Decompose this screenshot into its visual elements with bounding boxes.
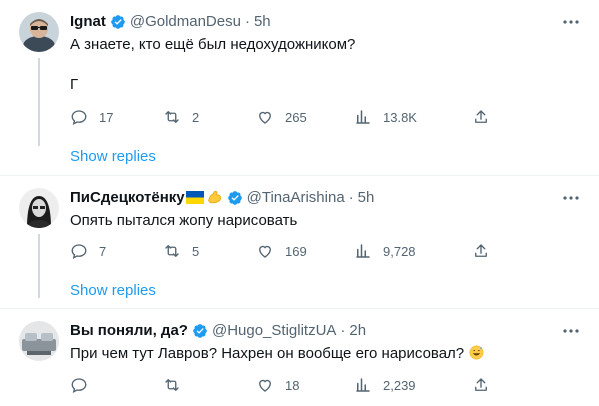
like-count: 18 bbox=[285, 377, 300, 393]
timestamp[interactable]: 5h bbox=[358, 189, 375, 206]
reply-icon bbox=[71, 244, 87, 260]
reply-count: 7 bbox=[99, 243, 107, 259]
analytics-icon bbox=[356, 378, 370, 392]
reply-icon bbox=[71, 378, 87, 394]
author-name[interactable]: Вы поняли, да? bbox=[70, 322, 188, 339]
tweet-2[interactable]: ПиСдецкотёнку @TinaArishina · 5h Опять п… bbox=[0, 176, 599, 308]
like-button[interactable]: 18 bbox=[256, 376, 299, 394]
retweet-button[interactable] bbox=[163, 376, 192, 394]
separator-dot: · bbox=[340, 322, 346, 339]
tweet-actions: 17 2 265 13.8K bbox=[70, 108, 490, 128]
view-count: 13.8K bbox=[383, 109, 417, 125]
reply-icon bbox=[71, 110, 87, 126]
views-button[interactable]: 9,728 bbox=[354, 242, 416, 260]
author-handle[interactable]: @Hugo_StiglitzUA bbox=[212, 322, 336, 339]
share-button[interactable] bbox=[472, 242, 501, 260]
show-replies-link[interactable]: Show replies bbox=[70, 282, 156, 299]
share-button[interactable] bbox=[472, 376, 501, 394]
more-options-icon[interactable] bbox=[561, 188, 581, 208]
tweet-actions: 18 2,239 bbox=[70, 376, 490, 396]
retweet-count: 5 bbox=[192, 243, 200, 259]
share-button[interactable] bbox=[472, 108, 501, 126]
like-button[interactable]: 169 bbox=[256, 242, 307, 260]
reply-button[interactable]: 17 bbox=[70, 108, 113, 126]
share-icon bbox=[475, 244, 487, 257]
author-handle[interactable]: @GoldmanDesu bbox=[130, 13, 241, 30]
tweet-text-line: Г bbox=[70, 76, 79, 93]
reply-count: 17 bbox=[99, 109, 114, 125]
heart-icon bbox=[259, 111, 271, 124]
flexed-biceps-icon bbox=[206, 189, 223, 206]
thread-line bbox=[38, 58, 40, 146]
share-icon bbox=[475, 110, 487, 123]
author-name[interactable]: ПиСдецкотёнку bbox=[70, 189, 185, 206]
thread-line bbox=[38, 234, 40, 298]
avatar[interactable] bbox=[19, 188, 59, 228]
avatar[interactable] bbox=[19, 321, 59, 361]
tweet-3[interactable]: Вы поняли, да? @Hugo_StiglitzUA · 2h При… bbox=[0, 309, 599, 406]
heart-icon bbox=[259, 379, 271, 392]
tweet-1[interactable]: Ignat @GoldmanDesu · 5h А знаете, кто ещ… bbox=[0, 0, 599, 175]
tweet-actions: 7 5 169 9,728 bbox=[70, 242, 490, 262]
retweet-button[interactable]: 5 bbox=[163, 242, 199, 260]
verified-badge-icon bbox=[110, 14, 126, 30]
retweet-icon bbox=[165, 245, 179, 257]
verified-badge-icon bbox=[192, 323, 208, 339]
like-button[interactable]: 265 bbox=[256, 108, 307, 126]
views-button[interactable]: 13.8K bbox=[354, 108, 417, 126]
tweet-header: ПиСдецкотёнку @TinaArishina · 5h bbox=[70, 189, 374, 206]
timestamp[interactable]: 2h bbox=[349, 322, 366, 339]
separator-dot: · bbox=[244, 13, 250, 30]
views-button[interactable]: 2,239 bbox=[354, 376, 416, 394]
verified-badge-icon bbox=[227, 190, 243, 206]
separator-dot: · bbox=[348, 189, 354, 206]
ukraine-flag-icon bbox=[185, 191, 204, 204]
author-handle[interactable]: @TinaArishina bbox=[247, 189, 345, 206]
more-options-icon[interactable] bbox=[561, 12, 581, 32]
author-name[interactable]: Ignat bbox=[70, 13, 106, 30]
grinning-sweat-icon bbox=[469, 345, 484, 360]
tweet-header: Вы поняли, да? @Hugo_StiglitzUA · 2h bbox=[70, 322, 366, 339]
show-replies-link[interactable]: Show replies bbox=[70, 148, 156, 165]
tweet-text-line: При чем тут Лавров? Нахрен он вообще его… bbox=[70, 345, 465, 362]
analytics-icon bbox=[356, 244, 370, 258]
timestamp[interactable]: 5h bbox=[254, 13, 271, 30]
avatar[interactable] bbox=[19, 12, 59, 52]
tweet-text-line: А знаете, кто ещё был недохудожником? bbox=[70, 36, 356, 53]
analytics-icon bbox=[356, 110, 370, 124]
retweet-button[interactable]: 2 bbox=[163, 108, 199, 126]
tweet-header: Ignat @GoldmanDesu · 5h bbox=[70, 13, 271, 30]
share-icon bbox=[475, 378, 487, 391]
view-count: 9,728 bbox=[383, 243, 416, 259]
reply-button[interactable]: 7 bbox=[70, 242, 106, 260]
view-count: 2,239 bbox=[383, 377, 416, 393]
like-count: 265 bbox=[285, 109, 307, 125]
retweet-icon bbox=[165, 379, 179, 391]
retweet-icon bbox=[165, 111, 179, 123]
tweet-text: При чем тут Лавров? Нахрен он вообще его… bbox=[70, 344, 484, 364]
heart-icon bbox=[259, 245, 271, 258]
like-count: 169 bbox=[285, 243, 307, 259]
tweet-text-line: Опять пытался жопу нарисовать bbox=[70, 212, 298, 229]
more-options-icon[interactable] bbox=[561, 321, 581, 341]
reply-button[interactable] bbox=[70, 376, 99, 394]
retweet-count: 2 bbox=[192, 109, 200, 125]
